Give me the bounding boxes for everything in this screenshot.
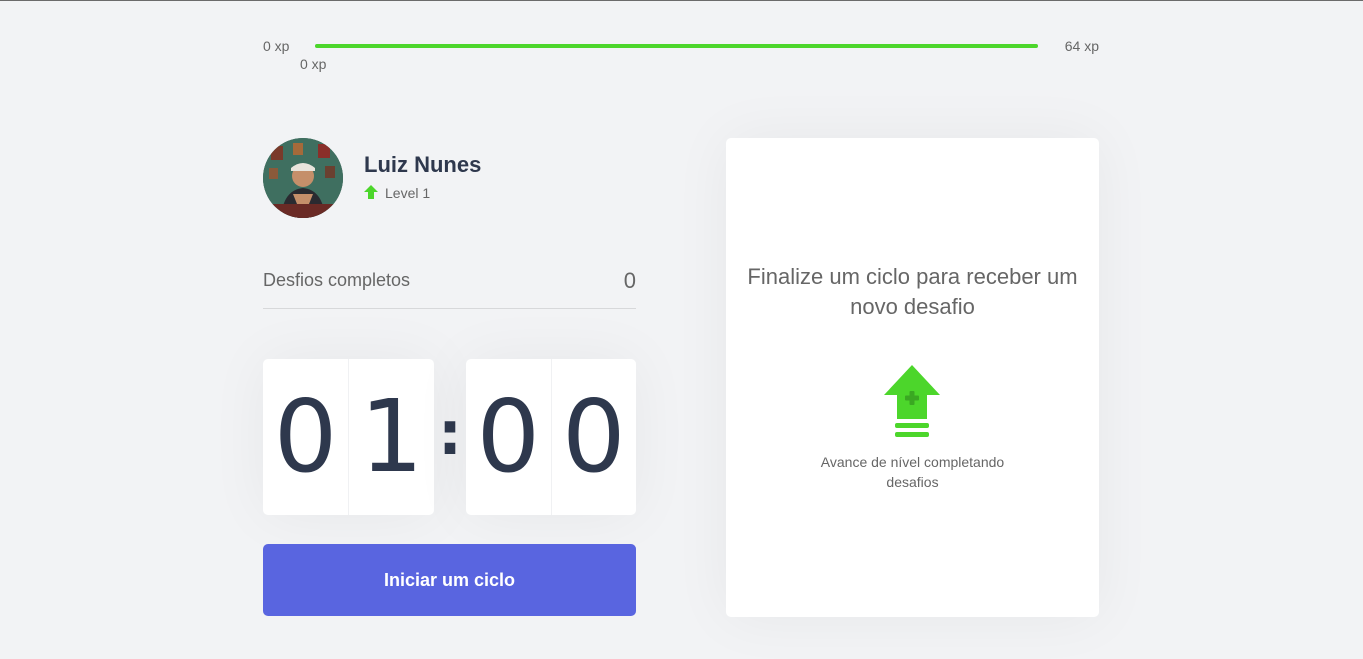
profile: Luiz Nunes Level 1: [263, 138, 636, 218]
xp-max-label: 64 xp: [1064, 38, 1099, 54]
xp-current-label: 0 xp: [300, 56, 327, 72]
minute-digit-right: 1: [359, 378, 424, 495]
challenge-hint: Avance de nível completando desafios: [820, 454, 1005, 490]
second-digit-right: 0: [561, 378, 626, 495]
countdown-seconds: 0 0: [466, 359, 636, 515]
xp-track: [315, 44, 1038, 48]
level-label: Level 1: [385, 185, 431, 201]
level-up-icon: [884, 365, 940, 439]
start-cycle-button[interactable]: Iniciar um ciclo: [263, 544, 636, 616]
profile-level: Level 1: [364, 185, 430, 201]
window-top-border: [0, 0, 1363, 1]
countdown: 0 1 : 0 0: [263, 359, 636, 515]
completed-challenges: Desfios completos 0: [263, 266, 636, 309]
minute-digit-left: 0: [263, 359, 349, 515]
profile-name: Luiz Nunes: [364, 152, 482, 177]
level-up-icon: [364, 185, 378, 201]
countdown-separator: :: [438, 399, 462, 469]
avatar: [263, 138, 343, 218]
challenge-title: Finalize um ciclo para receber um novo d…: [747, 264, 1078, 319]
completed-challenges-count: 0: [623, 268, 636, 293]
xp-fill: [315, 44, 1038, 48]
second-digit-left: 0: [466, 359, 552, 515]
countdown-minutes: 0 1: [263, 359, 434, 515]
experience-bar: 0 xp 0 xp 64 xp: [263, 36, 1099, 76]
xp-min-label: 0 xp: [263, 38, 290, 54]
completed-challenges-label: Desfios completos: [263, 270, 411, 290]
challenge-box: Finalize um ciclo para receber um novo d…: [726, 138, 1099, 617]
